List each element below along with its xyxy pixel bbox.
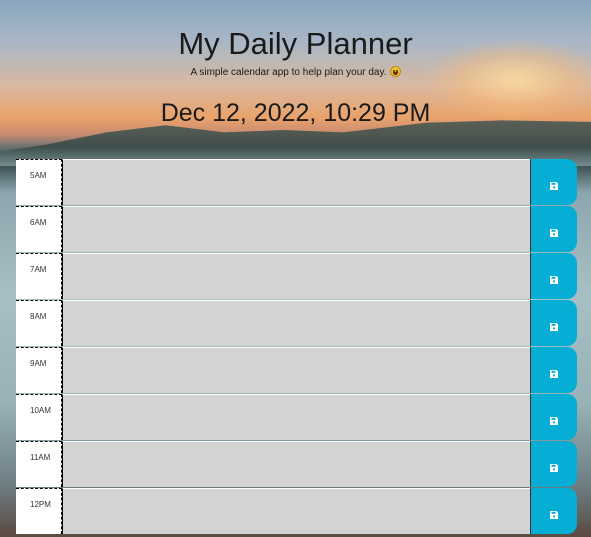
event-description-input[interactable] [62, 300, 530, 346]
hour-label: 6AM [16, 206, 62, 252]
save-button[interactable] [530, 347, 577, 393]
save-button[interactable] [530, 253, 577, 299]
save-button[interactable] [530, 159, 577, 205]
hour-label: 10AM [16, 394, 62, 440]
hour-label: 7AM [16, 253, 62, 299]
floppy-disk-icon [550, 225, 558, 237]
page-title: My Daily Planner [178, 26, 413, 61]
floppy-disk-icon [550, 272, 558, 284]
smiley-face-icon [389, 66, 401, 77]
planner-container: 5AM 6AM 7AM 8AM 9AM 10AM 11AM 12PM [16, 159, 577, 535]
event-description-input[interactable] [62, 253, 530, 299]
floppy-disk-icon [550, 366, 558, 378]
time-block-row: 7AM [16, 253, 577, 299]
floppy-disk-icon [550, 319, 558, 331]
event-description-input[interactable] [62, 488, 530, 534]
save-button[interactable] [530, 441, 577, 487]
event-description-input[interactable] [62, 394, 530, 440]
event-description-input[interactable] [62, 206, 530, 252]
save-button[interactable] [530, 488, 577, 534]
floppy-disk-icon [550, 460, 558, 472]
page-subtitle-text: A simple calendar app to help plan your … [190, 67, 387, 78]
hour-label: 9AM [16, 347, 62, 393]
current-datetime: Dec 12, 2022, 10:29 PM [160, 99, 431, 127]
hour-label: 8AM [16, 300, 62, 346]
page-subtitle: A simple calendar app to help plan your … [0, 66, 591, 80]
event-description-input[interactable] [62, 159, 530, 205]
time-block-row: 11AM [16, 441, 577, 487]
time-block-row: 9AM [16, 347, 577, 393]
save-button[interactable] [530, 206, 577, 252]
save-button[interactable] [530, 394, 577, 440]
time-block-row: 6AM [16, 206, 577, 252]
time-block-row: 10AM [16, 394, 577, 440]
floppy-disk-icon [550, 413, 558, 425]
time-block-row: 8AM [16, 300, 577, 346]
hour-label: 12PM [16, 488, 62, 534]
event-description-input[interactable] [62, 347, 530, 393]
time-block-row: 12PM [16, 488, 577, 534]
floppy-disk-icon [550, 507, 558, 519]
hour-label: 11AM [16, 441, 62, 487]
event-description-input[interactable] [62, 441, 530, 487]
save-button[interactable] [530, 300, 577, 346]
page-header: My Daily Planner A simple calendar app t… [0, 0, 591, 158]
time-block-row: 5AM [16, 159, 577, 205]
floppy-disk-icon [550, 178, 558, 190]
hour-label: 5AM [16, 159, 62, 205]
